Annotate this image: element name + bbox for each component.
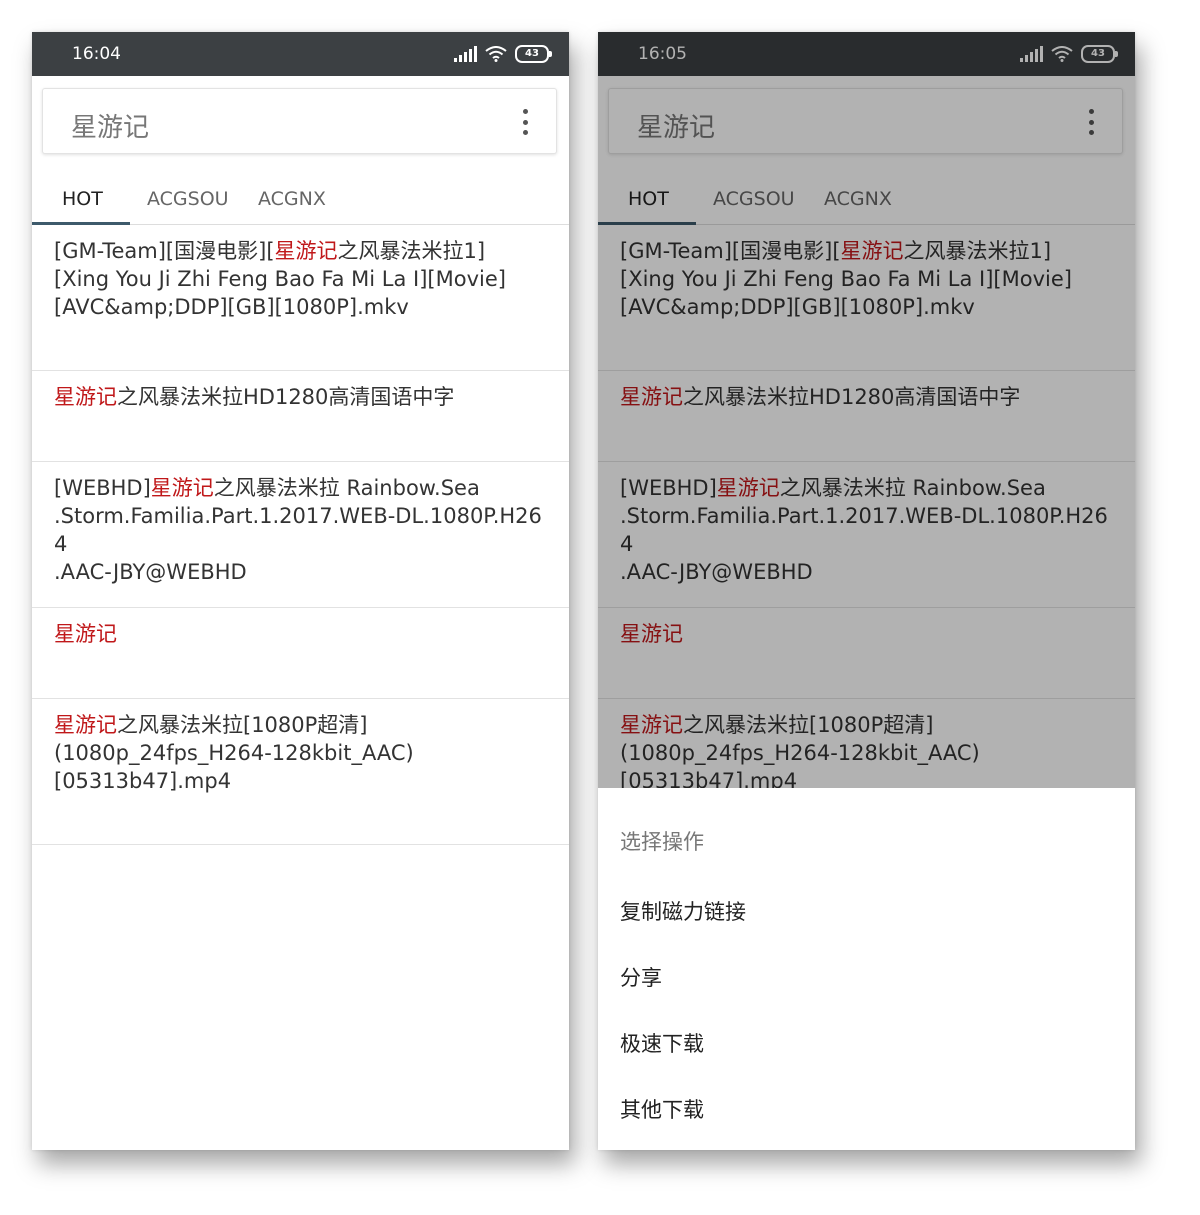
more-options-icon[interactable] (520, 109, 530, 135)
signal-icon (454, 46, 477, 62)
phone-screen-right: 16:05 43 星游记 HOT ACGSOU ACGNX [GM-Team][… (598, 32, 1135, 1150)
result-title: 星游记之风暴法米拉HD1280高清国语中字 (54, 385, 455, 409)
share-option[interactable]: 分享 (620, 962, 662, 992)
search-bar[interactable]: 星游记 (42, 88, 557, 154)
result-title: 星游记之风暴法米拉[1080P超清] (1080p_24fps_H264-128… (54, 713, 414, 793)
phone-screen-left: 16:04 43 星游记 HOT ACGSOU ACGNX [GM-Team][… (32, 32, 569, 1150)
copy-magnet-link-option[interactable]: 复制磁力链接 (620, 896, 746, 926)
highlight-keyword: 星游记 (54, 713, 117, 737)
result-list: [GM-Team][国漫电影][星游记之风暴法米拉1] [Xing You Ji… (32, 225, 569, 845)
search-query[interactable]: 星游记 (71, 107, 149, 144)
result-title: 星游记 (54, 620, 553, 648)
result-title: [GM-Team][国漫电影][星游记之风暴法米拉1] [Xing You Ji… (54, 239, 506, 319)
status-bar: 16:04 43 (32, 32, 569, 76)
tab-acgsou[interactable]: ACGSOU (147, 188, 229, 210)
result-title: [WEBHD]星游记之风暴法米拉 Rainbow.Sea .Storm.Fami… (54, 476, 542, 584)
app-body: 星游记 HOT ACGSOU ACGNX [GM-Team][国漫电影][星游记… (32, 76, 569, 1150)
other-download-option[interactable]: 其他下载 (620, 1094, 704, 1124)
action-sheet: 选择操作 复制磁力链接 分享 极速下载 其他下载 (598, 788, 1135, 1150)
highlight-keyword: 星游记 (274, 239, 338, 263)
tab-acgnx[interactable]: ACGNX (258, 188, 326, 210)
highlight-keyword: 星游记 (54, 385, 117, 409)
result-item[interactable]: 星游记 (32, 608, 569, 699)
status-icons: 43 (454, 44, 552, 64)
highlight-keyword: 星游记 (54, 622, 117, 646)
status-time: 16:04 (72, 44, 121, 64)
result-item[interactable]: 星游记之风暴法米拉HD1280高清国语中字 (32, 371, 569, 462)
result-item[interactable]: [WEBHD]星游记之风暴法米拉 Rainbow.Sea .Storm.Fami… (32, 462, 569, 608)
tab-hot[interactable]: HOT (62, 188, 103, 210)
wifi-icon (485, 46, 507, 62)
battery-icon: 43 (515, 45, 552, 63)
source-tabs: HOT ACGSOU ACGNX (32, 174, 569, 225)
result-item[interactable]: 星游记之风暴法米拉[1080P超清] (1080p_24fps_H264-128… (32, 699, 569, 845)
result-item[interactable]: [GM-Team][国漫电影][星游记之风暴法米拉1] [Xing You Ji… (32, 225, 569, 371)
fast-download-option[interactable]: 极速下载 (620, 1028, 704, 1058)
highlight-keyword: 星游记 (150, 476, 214, 500)
action-sheet-title: 选择操作 (620, 830, 704, 854)
